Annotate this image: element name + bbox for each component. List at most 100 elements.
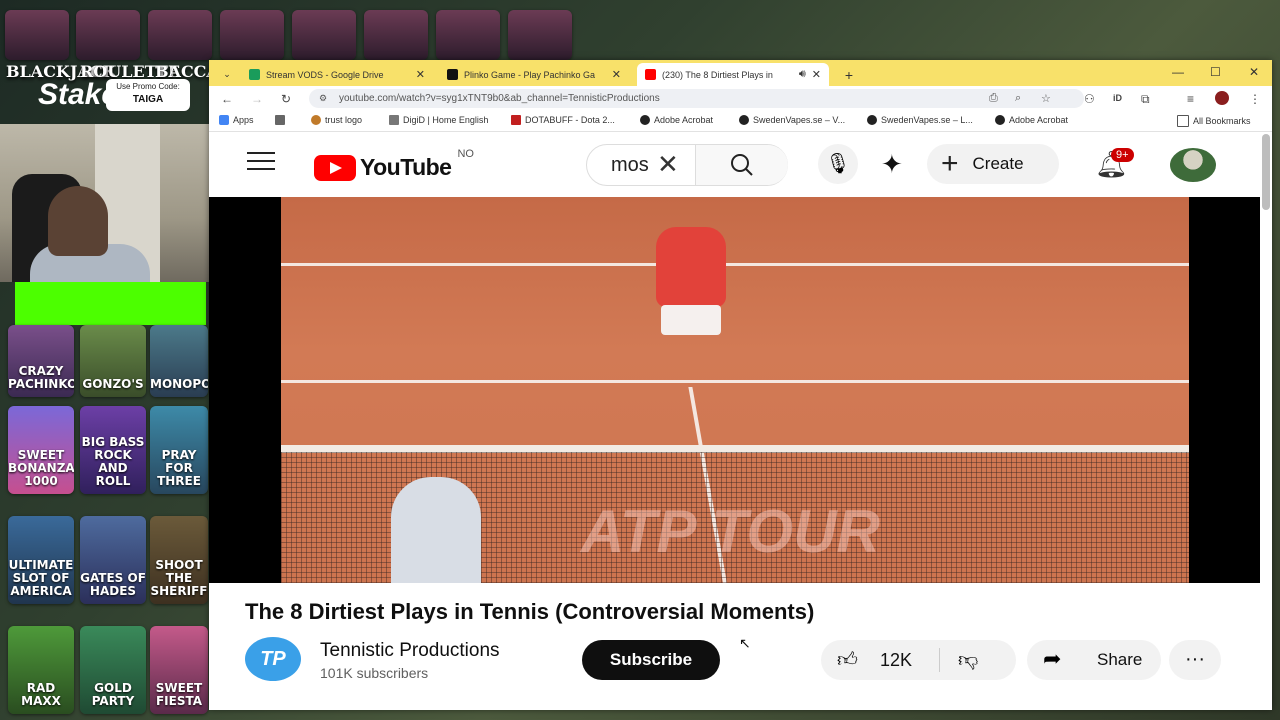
- forward-button[interactable]: →: [251, 92, 263, 106]
- game-tile: MONOPOLY: [150, 325, 208, 397]
- voice-search-button[interactable]: 🎙︎: [818, 144, 858, 184]
- minimize-button[interactable]: —: [1172, 65, 1184, 79]
- bookmark-trust-logo[interactable]: trust logo: [311, 115, 362, 125]
- bookmark-swedenvapes-1[interactable]: SwedenVapes.se – V...: [739, 115, 845, 125]
- close-icon[interactable]: ✕: [416, 68, 425, 81]
- chevron-down-icon: ⌄: [223, 69, 231, 79]
- search-button[interactable]: [695, 145, 788, 185]
- globe-icon: [640, 115, 650, 125]
- puzzle-icon[interactable]: ⧉: [1141, 92, 1150, 107]
- plus-icon: +: [941, 147, 959, 180]
- sparkle-icon[interactable]: ✦: [881, 149, 903, 180]
- game-tile: RAD MAXX: [8, 626, 74, 714]
- like-count[interactable]: 12K: [880, 650, 912, 671]
- country-code: NO: [457, 147, 474, 160]
- bookmark-swedenvapes-2[interactable]: SwedenVapes.se – L...: [867, 115, 973, 125]
- more-actions-button[interactable]: ···: [1169, 640, 1221, 680]
- youtube-play-icon: [314, 154, 356, 181]
- google-drive-icon: [249, 69, 260, 80]
- casino-tile: [364, 10, 428, 60]
- casino-tile: [76, 10, 140, 60]
- like-dislike-bar: 👍︎ 12K 👎︎: [821, 640, 1016, 680]
- channel-name[interactable]: Tennistic Productions: [320, 640, 500, 662]
- casino-tile: [5, 10, 69, 60]
- game-tile: SHOOT THE SHERIFF: [150, 516, 208, 604]
- create-button[interactable]: + Create: [927, 144, 1059, 184]
- subscribe-button[interactable]: Subscribe: [582, 640, 720, 680]
- youtube-header: YouTube NO mos ✕ 🎙︎ ✦ + Create 🔔︎ 9+: [209, 132, 1272, 196]
- profile-icon[interactable]: [1215, 91, 1229, 105]
- zoom-icon[interactable]: ⌕: [1015, 92, 1021, 105]
- new-tab-button[interactable]: +: [837, 63, 861, 86]
- extension-icon[interactable]: ⚇: [1084, 92, 1095, 106]
- video-player[interactable]: ATP TOUR: [209, 197, 1260, 583]
- create-label: Create: [972, 154, 1024, 173]
- star-icon[interactable]: ☆: [1041, 92, 1051, 105]
- page-scrollbar[interactable]: [1262, 134, 1270, 210]
- site-info-icon[interactable]: ⚙: [319, 93, 327, 104]
- account-avatar[interactable]: [1170, 148, 1216, 182]
- bookmark-apps[interactable]: Apps: [219, 115, 254, 125]
- game-tile: GONZO'S: [80, 325, 146, 397]
- casino-tile: [292, 10, 356, 60]
- address-bar[interactable]: ⚙ youtube.com/watch?v=syg1xTNT9b0&ab_cha…: [309, 89, 1084, 108]
- share-button[interactable]: ➦ Share: [1027, 640, 1161, 680]
- dislike-icon[interactable]: 👎︎: [958, 648, 978, 672]
- menu-hamburger-icon[interactable]: [247, 152, 275, 170]
- plus-icon: +: [844, 66, 854, 83]
- search-query: mos: [611, 154, 649, 176]
- close-icon[interactable]: ✕: [612, 68, 621, 81]
- browser-toolbar: ← → ↻ ⚙ youtube.com/watch?v=syg1xTNT9b0&…: [209, 86, 1272, 111]
- apps-icon: [219, 115, 229, 125]
- dotabuff-icon: [511, 115, 521, 125]
- like-icon[interactable]: 👍︎: [837, 648, 858, 672]
- youtube-logo[interactable]: YouTube NO: [314, 148, 474, 181]
- audio-icon[interactable]: 🔊︎: [799, 68, 806, 81]
- game-tile: CRAZY PACHINKO: [8, 325, 74, 397]
- menu-icon[interactable]: ⋮: [1249, 92, 1261, 106]
- logo-text: YouTube: [360, 154, 452, 180]
- trust-icon: [311, 115, 321, 125]
- close-icon[interactable]: ✕: [812, 68, 821, 81]
- media-control-icon[interactable]: ≡: [1187, 92, 1194, 106]
- install-icon[interactable]: ⎙: [989, 92, 998, 105]
- promo-label: Use Promo Code:: [116, 82, 180, 91]
- promo-code: TAIGA: [132, 94, 164, 105]
- close-window-button[interactable]: ✕: [1249, 65, 1259, 79]
- game-tile: ULTIMATE SLOT OF AMERICA: [8, 516, 74, 604]
- game-tile: SWEET FIESTA: [150, 626, 208, 714]
- tab-google-drive[interactable]: Stream VODS - Google Drive ✕: [241, 63, 433, 86]
- casino-tile: [508, 10, 572, 60]
- bookmark-all[interactable]: All Bookmarks: [1177, 115, 1251, 127]
- video-frame[interactable]: ATP TOUR: [281, 197, 1189, 583]
- tab-search-button[interactable]: ⌄: [215, 63, 239, 86]
- bookmark-adobe-acrobat[interactable]: Adobe Acrobat: [640, 115, 713, 125]
- channel-avatar[interactable]: TP: [245, 637, 301, 681]
- webcam-feed: [0, 124, 209, 282]
- atp-tour-watermark: ATP TOUR: [581, 498, 880, 565]
- clear-search-icon[interactable]: ✕: [657, 149, 679, 180]
- tab-youtube[interactable]: (230) The 8 Dirtiest Plays in 🔊︎ ✕: [637, 63, 829, 86]
- back-button[interactable]: ←: [221, 92, 233, 106]
- reload-button[interactable]: ↻: [281, 92, 291, 106]
- tab-title: Plinko Game - Play Pachinko Ga: [464, 69, 596, 80]
- tab-plinko[interactable]: Plinko Game - Play Pachinko Ga ✕: [439, 63, 629, 86]
- mouse-cursor-icon: ↖: [739, 635, 751, 651]
- subscriber-count: 101K subscribers: [320, 665, 429, 681]
- bookmark-dotabuff[interactable]: DOTABUFF - Dota 2...: [511, 115, 615, 125]
- more-icon: ···: [1185, 648, 1205, 670]
- game-tile: GATES OF HADES: [80, 516, 146, 604]
- court-line: [281, 380, 1189, 383]
- id-extension-icon[interactable]: iD: [1113, 93, 1122, 103]
- tennis-player: [656, 227, 726, 335]
- maximize-button[interactable]: ☐: [1210, 65, 1221, 79]
- notification-badge: 9+: [1111, 148, 1134, 162]
- bookmark-digid[interactable]: DigiD | Home English: [389, 115, 488, 125]
- bookmark-grid[interactable]: [275, 115, 289, 125]
- bookmark-adobe-acrobat-2[interactable]: Adobe Acrobat: [995, 115, 1068, 125]
- page-icon: [389, 115, 399, 125]
- game-tile: PRAY FOR THREE: [150, 406, 208, 494]
- globe-icon: [739, 115, 749, 125]
- search-input[interactable]: mos ✕: [586, 144, 788, 186]
- divider: [939, 648, 940, 672]
